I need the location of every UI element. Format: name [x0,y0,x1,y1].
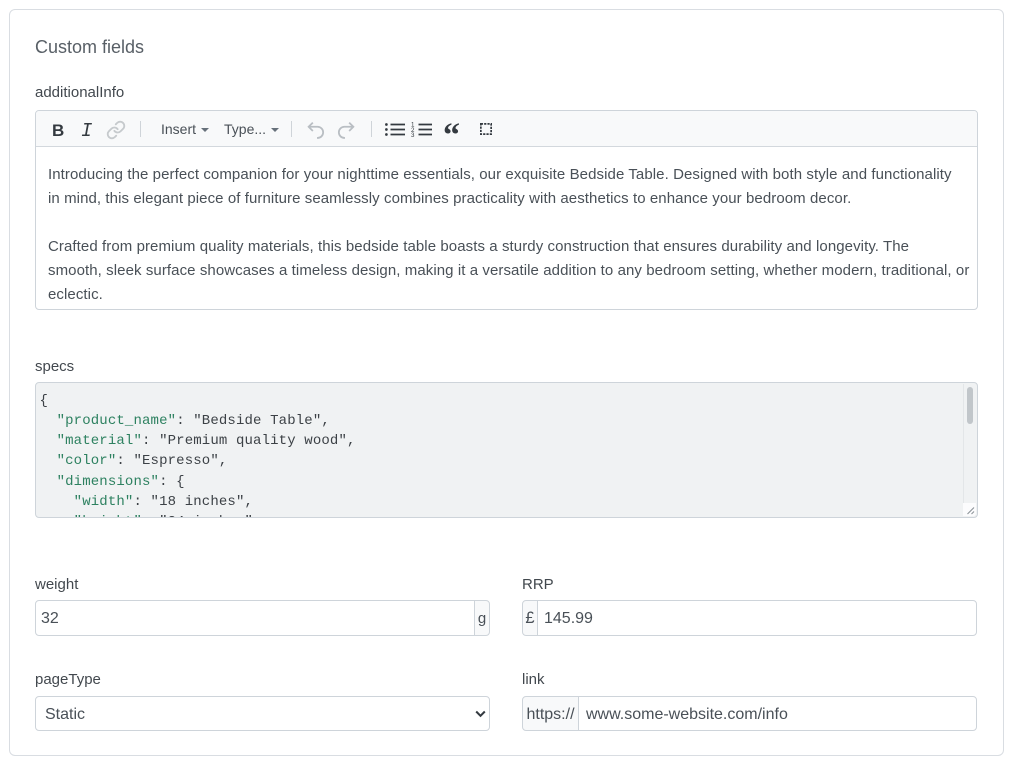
svg-text:3: 3 [411,132,415,139]
